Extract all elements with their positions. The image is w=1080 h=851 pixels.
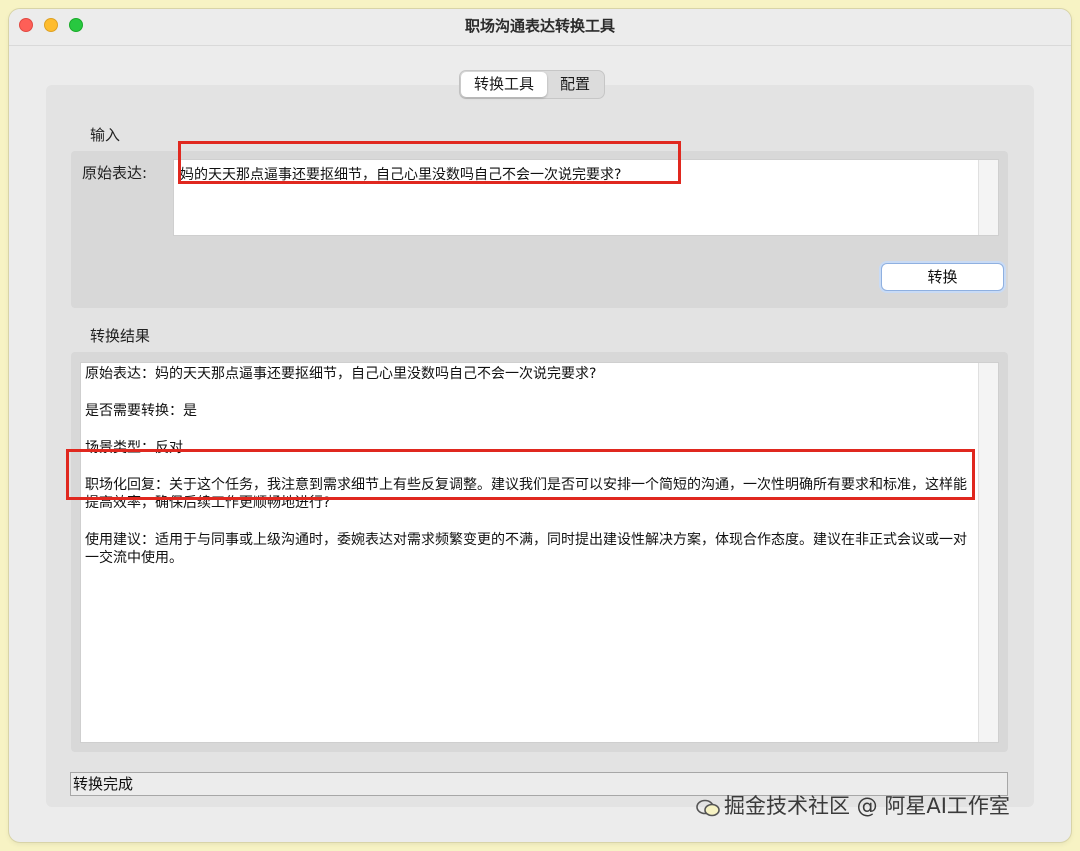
result-need-convert-line: 是否需要转换：是 <box>85 403 197 419</box>
result-original-line: 原始表达：妈的天天那点逼事还要抠细节，自己心里没数吗自己不会一次说完要求? <box>85 366 597 382</box>
result-group: 原始表达：妈的天天那点逼事还要抠细节，自己心里没数吗自己不会一次说完要求? 是否… <box>71 352 1008 752</box>
watermark: 掘金技术社区 @ 阿星AI工作室 <box>696 790 1010 820</box>
input-group: 原始表达: 妈的天天那点逼事还要抠细节，自己心里没数吗自己不会一次说完要求? 转… <box>71 151 1008 308</box>
original-expression-label: 原始表达: <box>82 164 148 182</box>
result-section-label: 转换结果 <box>90 327 151 345</box>
original-expression-input[interactable]: 妈的天天那点逼事还要抠细节，自己心里没数吗自己不会一次说完要求? <box>173 159 999 236</box>
convert-button[interactable]: 转换 <box>881 263 1004 291</box>
title-bar: 职场沟通表达转换工具 <box>9 9 1071 46</box>
result-text-area[interactable]: 原始表达：妈的天天那点逼事还要抠细节，自己心里没数吗自己不会一次说完要求? 是否… <box>80 362 999 743</box>
result-scene-type-line: 场景类型：反对 <box>85 440 183 456</box>
tab-convert-tool[interactable]: 转换工具 <box>461 72 548 97</box>
result-text: 原始表达：妈的天天那点逼事还要抠细节，自己心里没数吗自己不会一次说完要求? 是否… <box>85 365 970 586</box>
app-window: 职场沟通表达转换工具 转换工具 配置 输入 原始表达: 妈的天天那点逼事还要抠细… <box>9 9 1071 842</box>
tab-content-panel: 输入 原始表达: 妈的天天那点逼事还要抠细节，自己心里没数吗自己不会一次说完要求… <box>46 85 1034 807</box>
tab-config[interactable]: 配置 <box>547 72 603 97</box>
window-title: 职场沟通表达转换工具 <box>464 17 615 35</box>
result-usage-advice-line: 使用建议：适用于与同事或上级沟通时，委婉表达对需求频繁变更的不满，同时提出建设性… <box>85 532 967 566</box>
result-scrollbar[interactable] <box>978 363 998 742</box>
tab-bar: 转换工具 配置 <box>459 70 606 99</box>
input-section-label: 输入 <box>90 126 121 144</box>
wechat-icon <box>696 798 720 817</box>
input-scrollbar[interactable] <box>978 160 998 235</box>
original-expression-value: 妈的天天那点逼事还要抠细节，自己心里没数吗自己不会一次说完要求? <box>180 167 622 183</box>
watermark-text: 掘金技术社区 @ 阿星AI工作室 <box>724 794 1010 818</box>
result-workplace-reply-line: 职场化回复：关于这个任务，我注意到需求细节上有些反复调整。建议我们是否可以安排一… <box>85 477 967 511</box>
